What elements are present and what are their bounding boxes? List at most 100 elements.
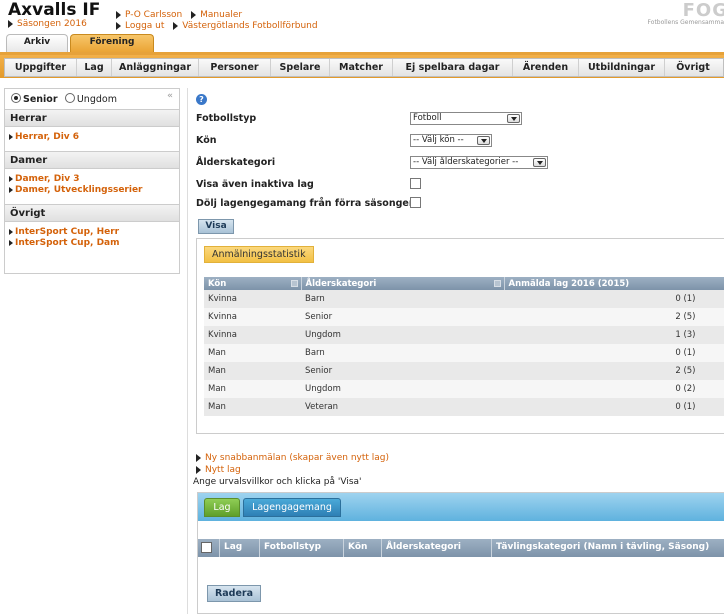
table-row: Kvinna Senior 2 (5) — [204, 308, 724, 326]
manuals-link[interactable]: Manualer — [200, 10, 242, 20]
sort-icon[interactable] — [493, 280, 501, 287]
brand-logo: FOG — [682, 0, 724, 21]
cell-kon: Man — [204, 398, 301, 416]
stats-table: Kön Ålderskategori Anmälda lag 2016 (201… — [204, 277, 724, 416]
menu-anlaggningar[interactable]: Anläggningar — [112, 59, 199, 76]
menu-uppgifter[interactable]: Uppgifter — [5, 59, 77, 76]
level-radio-group: Senior Ungdom « — [5, 89, 179, 109]
arrow-icon — [191, 10, 197, 19]
stats-col-alderskategori[interactable]: Ålderskategori — [301, 277, 505, 290]
arrow-icon — [173, 21, 179, 30]
cell-kon: Man — [204, 380, 301, 398]
cell-alder: Barn — [301, 344, 504, 362]
menu-spelare[interactable]: Spelare — [271, 59, 330, 76]
radio-senior[interactable] — [11, 93, 21, 103]
arrow-icon — [116, 10, 121, 19]
teams-col-tavlingskategori[interactable]: Tävlingskategori (Namn i tävling, Säsong… — [492, 539, 724, 557]
menu-utbildningar[interactable]: Utbildningar — [579, 59, 665, 76]
teams-col-lag[interactable]: Lag — [220, 539, 260, 557]
federation-link[interactable]: Västergötlands Fotbollförbund — [182, 21, 317, 31]
stats-header-row: Kön Ålderskategori Anmälda lag 2016 (201… — [204, 277, 724, 290]
fotbollstyp-select[interactable]: Fotboll — [410, 112, 522, 125]
cell-count: 0 (1) — [504, 290, 724, 308]
menu-ej-spelbara-dagar[interactable]: Ej spelbara dagar — [393, 59, 513, 76]
cell-count: 0 (2) — [504, 380, 724, 398]
alderskategori-select[interactable]: -- Välj ålderskategorier -- — [410, 156, 548, 169]
table-row: Kvinna Barn 0 (1) — [204, 290, 724, 308]
action-links: Ny snabbanmälan (skapar även nytt lag) N… — [196, 452, 389, 476]
header: Axvalls IF Säsongen 2016 P-O Carlsson Ma… — [0, 0, 724, 52]
sidebar-section-herrar: Herrar — [5, 109, 179, 127]
col-label: Anmälda lag 2016 (2015) — [508, 278, 630, 289]
menu-ovrigt[interactable]: Övrigt — [665, 59, 721, 76]
teams-col-kon[interactable]: Kön — [344, 539, 382, 557]
tab-lagengagemang[interactable]: Lagengagemang — [243, 498, 341, 517]
kon-value: -- Välj kön -- — [413, 135, 464, 145]
main-content: ? Fotbollstyp Fotboll Kön -- Välj kön --… — [187, 88, 724, 614]
delete-button[interactable]: Radera — [207, 585, 261, 602]
teams-col-alderskategori[interactable]: Ålderskategori — [382, 539, 492, 557]
season-label[interactable]: Säsongen 2016 — [17, 19, 87, 29]
stats-col-anmalda[interactable]: Anmälda lag 2016 (2015) — [504, 277, 724, 290]
teams-col-fotbollstyp[interactable]: Fotbollstyp — [260, 539, 344, 557]
sidebar-item[interactable]: Damer, Div 3 — [9, 174, 175, 185]
sidebar-item-label[interactable]: Damer, Div 3 — [15, 174, 80, 184]
radio-ungdom-label[interactable]: Ungdom — [77, 94, 117, 105]
sort-icon[interactable] — [290, 280, 298, 287]
sidebar-item-label[interactable]: Herrar, Div 6 — [15, 132, 79, 142]
cell-alder: Senior — [301, 308, 504, 326]
cell-count: 1 (3) — [504, 326, 724, 344]
radio-ungdom[interactable] — [64, 93, 75, 103]
tab-lag[interactable]: Lag — [204, 498, 240, 517]
collapse-icon[interactable]: « — [167, 91, 173, 101]
select-all-cell — [198, 539, 220, 557]
brand-subtitle: Fotbollens Gemensamma — [647, 19, 724, 26]
cell-alder: Veteran — [301, 398, 504, 416]
logout-link[interactable]: Logga ut — [125, 21, 164, 31]
menu-matcher[interactable]: Matcher — [330, 59, 393, 76]
alderskategori-label: Ålderskategori — [196, 157, 276, 168]
chevron-down-icon — [507, 114, 520, 123]
sidebar-list-damer: Damer, Div 3 Damer, Utvecklingsserier — [5, 169, 179, 202]
inaktiva-label: Visa även inaktiva lag — [196, 179, 314, 190]
help-icon[interactable]: ? — [196, 94, 207, 105]
kon-select[interactable]: -- Välj kön -- — [410, 134, 492, 147]
sidebar-section-ovrigt: Övrigt — [5, 204, 179, 222]
inaktiva-checkbox[interactable] — [410, 178, 421, 189]
visa-button[interactable]: Visa — [198, 219, 234, 234]
stats-col-kon[interactable]: Kön — [204, 277, 302, 290]
cell-alder: Ungdom — [301, 380, 504, 398]
tab-arkiv[interactable]: Arkiv — [6, 34, 68, 52]
arrow-icon — [196, 453, 201, 462]
cell-alder: Senior — [301, 362, 504, 380]
table-row: Man Veteran 0 (1) — [204, 398, 724, 416]
quick-register-link[interactable]: Ny snabbanmälan (skapar även nytt lag) — [205, 453, 389, 463]
season-link[interactable]: Säsongen 2016 — [8, 19, 87, 29]
menu-lag[interactable]: Lag — [77, 59, 112, 76]
arrow-icon — [8, 19, 13, 28]
cell-alder: Barn — [301, 290, 504, 308]
sidebar-item-label[interactable]: InterSport Cup, Dam — [15, 238, 120, 248]
new-team-link[interactable]: Nytt lag — [205, 465, 241, 475]
arrow-icon — [116, 21, 121, 30]
user-link[interactable]: P-O Carlsson — [125, 10, 182, 20]
sidebar-item[interactable]: InterSport Cup, Herr — [9, 227, 175, 238]
sidebar-item[interactable]: Herrar, Div 6 — [9, 132, 175, 143]
menu-personer[interactable]: Personer — [199, 59, 271, 76]
arrow-icon — [9, 228, 13, 235]
radio-senior-label[interactable]: Senior — [23, 94, 58, 105]
cell-kon: Man — [204, 362, 301, 380]
select-all-checkbox[interactable] — [201, 542, 212, 553]
col-label: Kön — [208, 278, 227, 289]
tab-forening[interactable]: Förening — [70, 34, 154, 52]
cell-kon: Man — [204, 344, 301, 362]
menu-arenden[interactable]: Ärenden — [513, 59, 579, 76]
sidebar-item-label[interactable]: InterSport Cup, Herr — [15, 227, 119, 237]
sidebar-item[interactable]: InterSport Cup, Dam — [9, 238, 175, 249]
chevron-down-icon — [477, 136, 490, 145]
dolj-checkbox[interactable] — [410, 197, 421, 208]
sidebar-item-label[interactable]: Damer, Utvecklingsserier — [15, 185, 143, 195]
stats-tab[interactable]: Anmälningsstatistik — [204, 246, 314, 263]
sidebar-item[interactable]: Damer, Utvecklingsserier — [9, 185, 175, 196]
arrow-icon — [9, 133, 13, 140]
